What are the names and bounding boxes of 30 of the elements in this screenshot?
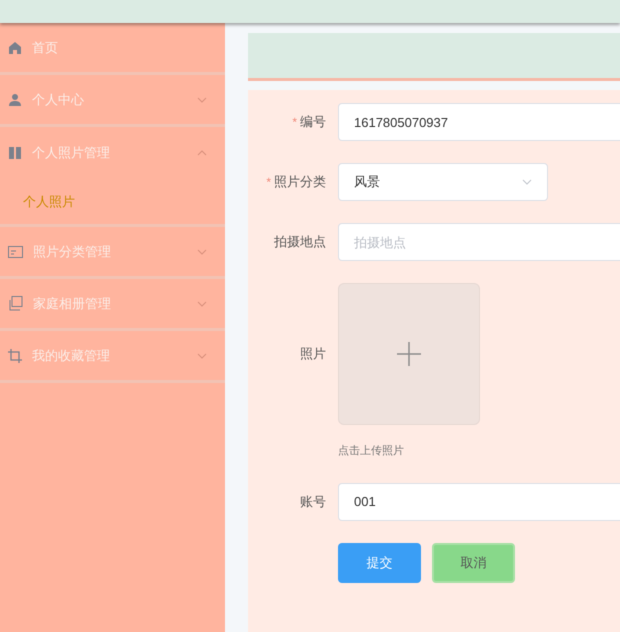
sidebar-item[interactable]: 我的收藏管理 [0,331,225,383]
cancel-button[interactable]: 取消 [432,542,515,582]
sidebar-item[interactable]: 照片分类管理 [0,227,225,279]
input-field[interactable]: 1617805070937 [338,103,620,141]
field-label: 照片 [300,345,326,364]
copy-icon [8,296,23,311]
crop-icon [8,348,22,362]
sidebar-item[interactable]: 个人中心 [0,75,225,127]
upload-box[interactable] [338,283,480,425]
sidebar-item[interactable]: 家庭相册管理 [0,279,225,331]
plus-icon [397,342,421,366]
person-icon [8,92,22,106]
submit-button[interactable]: 提交 [338,542,421,582]
book-icon [8,146,22,160]
field-label: 拍摄地点 [274,233,326,252]
field-label: 照片分类 [274,173,326,192]
input-field[interactable]: 拍摄地点 [338,223,620,261]
home-icon [8,40,22,54]
select-field[interactable]: 风景 [338,163,548,201]
card-icon [8,246,23,258]
required-mark: * [266,174,271,191]
required-mark: * [292,114,297,131]
chevron-down-icon [522,179,532,185]
submenu-item[interactable]: 个人照片 [0,179,225,224]
field-label: 账号 [300,492,326,511]
upload-hint: 点击上传照片 [338,444,405,459]
sidebar-item[interactable]: 首页 [0,23,225,75]
sidebar-item[interactable]: 个人照片管理 [0,127,225,179]
input-field[interactable]: 001 [338,482,620,520]
field-label: 编号 [300,113,326,132]
